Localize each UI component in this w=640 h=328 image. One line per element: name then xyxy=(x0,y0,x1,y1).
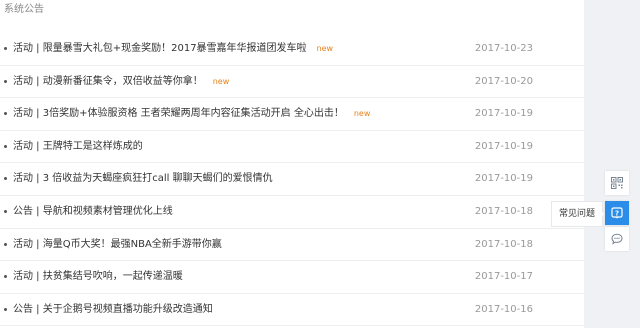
announcement-link[interactable]: 活动 | 动漫新番征集令，双倍收益等你拿！ new xyxy=(13,75,229,89)
announcement-link[interactable]: 活动 | 限量暴雪大礼包+现金奖励！2017暴雪嘉年华报道团发车啦 new xyxy=(13,42,333,56)
bullet-icon xyxy=(4,209,7,213)
list-item[interactable]: 活动 | 扶贫集结号吹响，一起传递温暖 2017-10-17 xyxy=(0,261,584,294)
bullet-icon xyxy=(4,307,7,311)
announcement-link[interactable]: 活动 | 3 倍收益为天蝎座疯狂打call 聊聊天蝎们的爱恨情仇 xyxy=(13,172,273,186)
list-item[interactable]: 活动 | 限量暴雪大礼包+现金奖励！2017暴雪嘉年华报道团发车啦 new 201… xyxy=(0,33,584,66)
bullet-icon xyxy=(4,242,7,246)
section-title: 系统公告 xyxy=(4,4,44,15)
bullet-icon xyxy=(4,79,7,83)
new-badge: new xyxy=(212,76,230,86)
new-badge: new xyxy=(353,109,371,119)
announcement-date: 2017-10-17 xyxy=(474,271,533,283)
bullet-icon xyxy=(4,47,7,50)
bullet-icon xyxy=(4,177,7,181)
list-item[interactable]: 公告 | 导航和视频素材管理优化上线 2017-10-18 xyxy=(0,196,584,229)
list-item[interactable]: 活动 | 海量Q币大奖！最强NBA全新手游带你赢 2017-10-18 xyxy=(0,229,584,262)
announcement-date: 2017-10-19 xyxy=(474,173,533,185)
announcement-date: 2017-10-18 xyxy=(474,238,533,250)
announcement-date: 2017-10-18 xyxy=(474,205,533,217)
qr-code-icon xyxy=(611,174,623,193)
bullet-icon xyxy=(4,112,7,116)
list-item[interactable]: 公告 | 关于企鹅号视频直播功能升级改造通知 2017-10-16 xyxy=(0,294,584,327)
tooltip-arrow xyxy=(600,210,604,218)
announcement-link[interactable]: 活动 | 扶贫集结号吹响，一起传递温暖 xyxy=(13,270,183,284)
announcement-date: 2017-10-20 xyxy=(474,75,533,87)
announcement-list: 活动 | 限量暴雪大礼包+现金奖励！2017暴雪嘉年华报道团发车啦 new 201… xyxy=(0,33,584,327)
announcement-link[interactable]: 公告 | 关于企鹅号视频直播功能升级改造通知 xyxy=(13,303,213,317)
chat-button[interactable] xyxy=(605,227,629,251)
announcement-link[interactable]: 活动 | 海量Q币大奖！最强NBA全新手游带你赢 xyxy=(13,238,222,252)
announcement-link[interactable]: 活动 | 3倍奖励+体验服资格 王者荣耀两周年内容征集活动开启 全心出击！ new xyxy=(13,107,370,121)
new-badge: new xyxy=(316,44,334,53)
right-side-panel xyxy=(584,0,640,328)
announcement-link[interactable]: 活动 | 王牌特工是这样炼成的 xyxy=(13,140,143,154)
faq-icon: ? xyxy=(611,204,623,223)
faq-button[interactable]: ? xyxy=(605,201,629,225)
announcement-date: 2017-10-19 xyxy=(474,108,533,120)
announcement-date: 2017-10-19 xyxy=(474,140,533,152)
qr-code-button[interactable] xyxy=(605,171,629,195)
announcement-link[interactable]: 公告 | 导航和视频素材管理优化上线 xyxy=(13,205,173,219)
chat-bubble-icon xyxy=(611,230,623,249)
list-item[interactable]: 活动 | 3 倍收益为天蝎座疯狂打call 聊聊天蝎们的爱恨情仇 2017-10… xyxy=(0,163,584,196)
bullet-icon xyxy=(4,275,7,279)
list-item[interactable]: 活动 | 3倍奖励+体验服资格 王者荣耀两周年内容征集活动开启 全心出击！ new… xyxy=(0,98,584,131)
list-item[interactable]: 活动 | 王牌特工是这样炼成的 2017-10-19 xyxy=(0,131,584,164)
svg-text:?: ? xyxy=(615,209,619,217)
announcement-date: 2017-10-23 xyxy=(474,43,533,54)
faq-tooltip: 常见问题 xyxy=(551,201,603,227)
bullet-icon xyxy=(4,144,7,148)
announcement-date: 2017-10-16 xyxy=(474,303,533,315)
announcement-panel: 系统公告 活动 | 限量暴雪大礼包+现金奖励！2017暴雪嘉年华报道团发车啦 ne… xyxy=(0,0,584,328)
list-item[interactable]: 活动 | 动漫新番征集令，双倍收益等你拿！ new 2017-10-20 xyxy=(0,66,584,99)
